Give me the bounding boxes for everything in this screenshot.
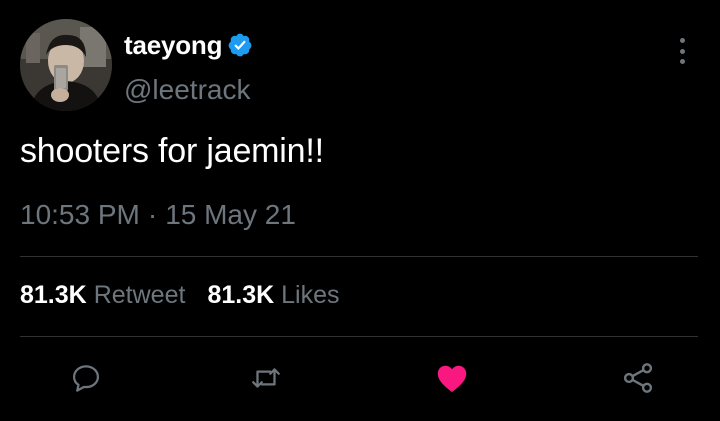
verified-badge-icon [227, 32, 253, 58]
avatar-photo [20, 19, 112, 111]
retweet-label: Retweet [93, 281, 186, 309]
tweet-card: taeyong @leetrack shooters for jaemin!! … [0, 0, 720, 421]
share-icon [623, 363, 653, 393]
likes-stat[interactable]: 81.3K Likes [207, 281, 339, 310]
likes-count: 81.3K [207, 281, 275, 309]
author-name-row[interactable]: taeyong [124, 28, 253, 62]
tweet-text: shooters for jaemin!! [20, 132, 324, 170]
display-name[interactable]: taeyong [124, 30, 222, 61]
divider [20, 336, 698, 337]
likes-label: Likes [281, 281, 340, 309]
like-button[interactable] [432, 358, 472, 398]
share-button[interactable] [618, 358, 658, 398]
tweet-timestamp[interactable]: 10:53 PM · 15 May 21 [20, 199, 296, 231]
reply-button[interactable] [66, 358, 106, 398]
more-dot [679, 38, 685, 43]
heart-icon [437, 365, 467, 393]
author-handle[interactable]: @leetrack [124, 74, 250, 106]
retweet-stat[interactable]: 81.3K Retweet [20, 281, 185, 310]
timestamp-separator: · [147, 199, 158, 230]
tweet-date[interactable]: 15 May 21 [165, 199, 296, 230]
retweet-button[interactable] [246, 358, 286, 398]
avatar[interactable] [20, 19, 112, 111]
retweet-count: 81.3K [20, 281, 87, 309]
tweet-time[interactable]: 10:53 PM [20, 199, 140, 230]
more-dot [679, 59, 685, 64]
divider [20, 256, 698, 257]
tweet-stats: 81.3K Retweet 81.3K Likes [20, 281, 340, 310]
more-options-icon[interactable] [672, 36, 692, 66]
more-dot [679, 48, 685, 54]
retweet-icon [252, 368, 280, 388]
reply-icon [72, 365, 100, 392]
